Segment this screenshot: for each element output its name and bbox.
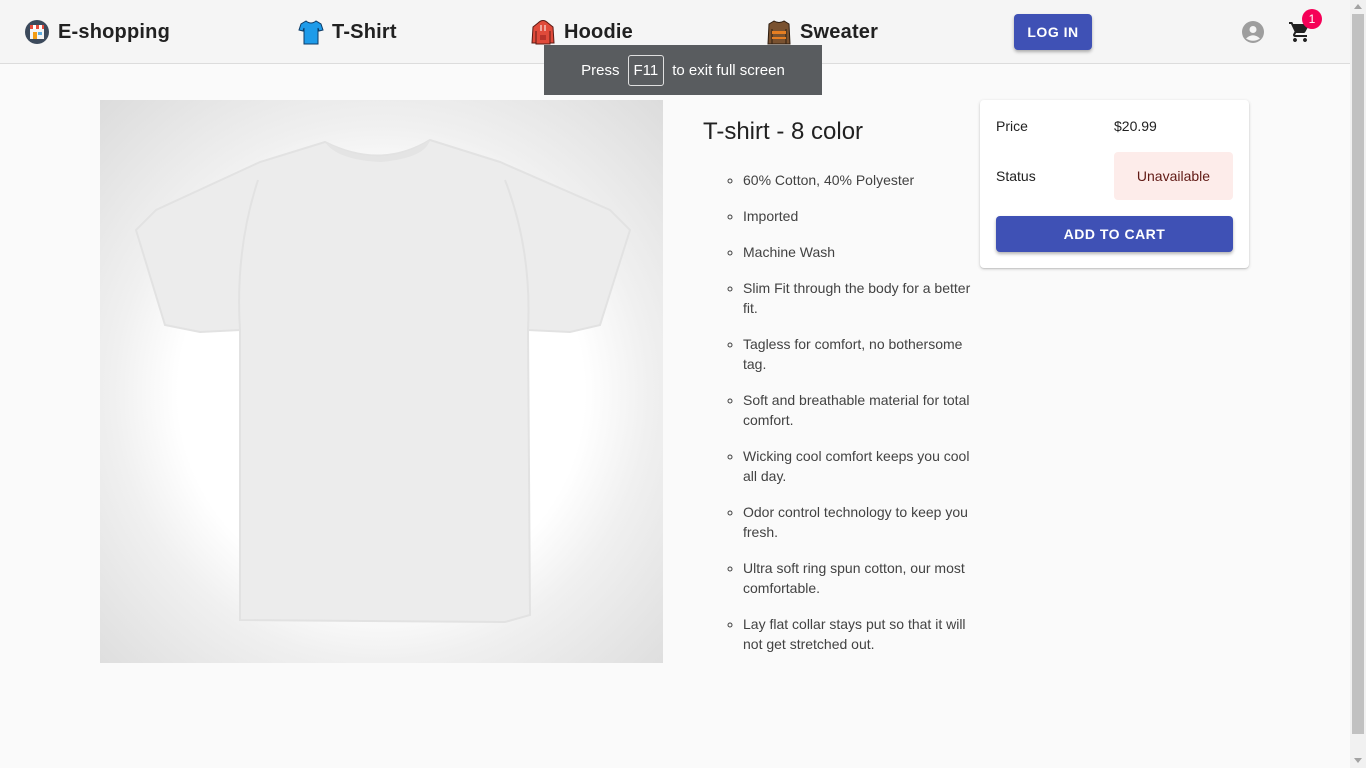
login-button[interactable]: LOG IN	[1014, 14, 1092, 50]
feature-item: Ultra soft ring spun cotton, our most co…	[743, 558, 983, 598]
feature-item: Imported	[743, 206, 983, 226]
brand-label: E-shopping	[58, 20, 170, 43]
product-title: T-shirt - 8 color	[703, 118, 864, 145]
nav-sweater[interactable]: Sweater	[766, 16, 878, 48]
feature-item: Tagless for comfort, no bothersome tag.	[743, 334, 983, 374]
fullscreen-notice: Press F11 to exit full screen	[544, 45, 822, 95]
scroll-down-arrow-icon[interactable]	[1354, 758, 1362, 763]
feature-item: Odor control technology to keep you fres…	[743, 502, 983, 542]
fullscreen-notice-prefix: Press	[581, 61, 620, 79]
nav-tshirt[interactable]: T-Shirt	[298, 16, 397, 48]
shop-icon	[25, 20, 49, 44]
vertical-scrollbar[interactable]	[1350, 0, 1366, 768]
sweater-icon	[767, 20, 791, 45]
feature-item: Wicking cool comfort keeps you cool all …	[743, 446, 983, 486]
hoodie-icon	[531, 20, 555, 45]
cart-count-badge: 1	[1302, 9, 1322, 29]
add-to-cart-button[interactable]: ADD TO CART	[996, 216, 1233, 252]
tshirt-icon	[298, 20, 324, 45]
brand-link[interactable]: E-shopping	[24, 16, 170, 48]
feature-item: Soft and breathable material for total c…	[743, 390, 983, 430]
nav-tshirt-label: T-Shirt	[332, 20, 397, 43]
feature-list: 60% Cotton, 40% Polyester Imported Machi…	[703, 170, 983, 670]
nav-hoodie-label: Hoodie	[564, 20, 633, 43]
feature-item: Machine Wash	[743, 242, 983, 262]
price-card: Price $20.99 Status Unavailable ADD TO C…	[980, 100, 1249, 268]
price-label: Price	[996, 118, 1028, 134]
status-label: Status	[996, 168, 1036, 184]
nav-hoodie[interactable]: Hoodie	[530, 16, 633, 48]
nav-sweater-label: Sweater	[800, 20, 879, 43]
scroll-up-arrow-icon[interactable]	[1354, 4, 1362, 9]
fullscreen-key: F11	[627, 54, 665, 86]
feature-item: 60% Cotton, 40% Polyester	[743, 170, 983, 190]
feature-item: Lay flat collar stays put so that it wil…	[743, 614, 983, 654]
status-badge: Unavailable	[1114, 152, 1233, 200]
product-image	[100, 100, 663, 663]
price-value: $20.99	[1114, 118, 1157, 134]
feature-item: Slim Fit through the body for a better f…	[743, 278, 983, 318]
tshirt-image	[134, 138, 632, 624]
scroll-thumb[interactable]	[1352, 14, 1364, 734]
fullscreen-notice-suffix: to exit full screen	[672, 61, 785, 79]
account-icon[interactable]	[1241, 20, 1265, 44]
